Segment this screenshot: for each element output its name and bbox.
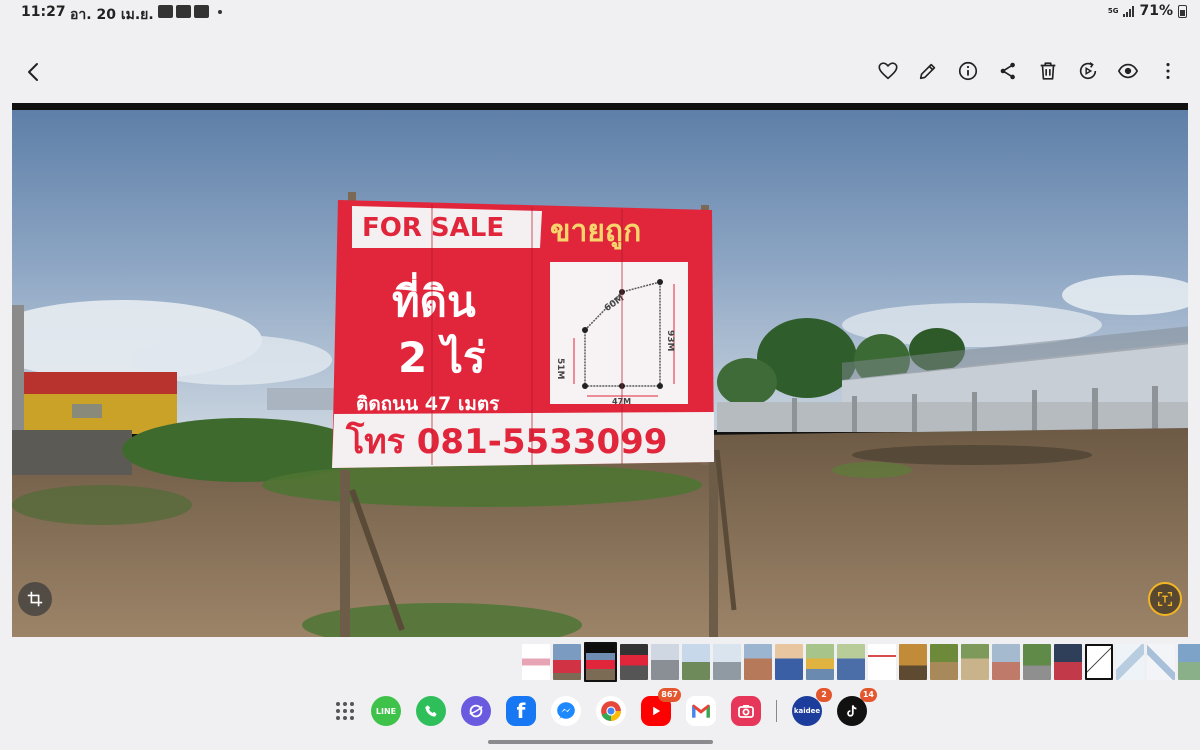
youtube-notification-icon bbox=[176, 5, 191, 18]
thumbnail[interactable] bbox=[651, 644, 679, 680]
more-notifications-icon bbox=[218, 9, 222, 14]
apps-grid-icon[interactable] bbox=[334, 700, 356, 722]
kaidee-app-icon[interactable]: kaidee 2 bbox=[792, 688, 832, 726]
thumbnail[interactable] bbox=[806, 644, 834, 680]
thumbnail[interactable] bbox=[992, 644, 1020, 680]
chrome-app-icon[interactable] bbox=[596, 696, 626, 726]
dock-divider bbox=[776, 700, 777, 722]
photo-viewer[interactable]: FOR SALE ขายถูก ที่ดิน 2 ไร่ ติดถนน 47 เ… bbox=[12, 103, 1188, 637]
thumbnail[interactable] bbox=[1085, 644, 1113, 680]
thumbnail[interactable] bbox=[1116, 644, 1144, 680]
internet-app-icon[interactable] bbox=[461, 696, 491, 726]
line-app-icon[interactable]: LINE bbox=[371, 696, 401, 726]
sign-size-text: 2 ไร่ bbox=[398, 333, 486, 382]
tiktok-app-icon[interactable]: 14 bbox=[837, 688, 877, 726]
viewer-toolbar bbox=[12, 40, 1188, 104]
app-dock: LINE f 867 kaidee 2 14 bbox=[334, 688, 877, 729]
delete-icon[interactable] bbox=[1035, 58, 1060, 83]
info-icon[interactable] bbox=[955, 58, 980, 83]
heart-icon[interactable] bbox=[875, 58, 900, 83]
battery-percent: 71% bbox=[1139, 3, 1173, 19]
crop-icon[interactable] bbox=[18, 582, 52, 616]
home-indicator[interactable] bbox=[488, 740, 713, 744]
thumbnail[interactable] bbox=[961, 644, 989, 680]
sign-land-text: ที่ดิน bbox=[392, 272, 476, 326]
youtube-app-icon[interactable]: 867 bbox=[641, 688, 681, 726]
status-bar: 11:27 อา. 20 เม.ย. 5G 71% bbox=[0, 0, 1200, 26]
app-notification-icon bbox=[194, 5, 209, 18]
thumbnail[interactable] bbox=[620, 644, 648, 680]
toolbar-actions bbox=[875, 58, 1180, 83]
thumbnail[interactable] bbox=[744, 644, 772, 680]
more-icon[interactable] bbox=[1155, 58, 1180, 83]
view-icon[interactable] bbox=[1115, 58, 1140, 83]
tiktok-badge: 14 bbox=[859, 688, 877, 702]
notification-icons bbox=[158, 5, 222, 18]
filmstrip bbox=[522, 642, 1200, 682]
thumbnail[interactable] bbox=[868, 644, 896, 680]
thumbnail[interactable] bbox=[899, 644, 927, 680]
sign-phone-text: โทร 081-5533099 bbox=[345, 421, 667, 462]
back-icon[interactable] bbox=[22, 60, 46, 84]
thumbnail[interactable] bbox=[837, 644, 865, 680]
thumbnail[interactable] bbox=[713, 644, 741, 680]
battery-icon bbox=[1178, 4, 1187, 18]
text-extract-icon[interactable] bbox=[1148, 582, 1182, 616]
thumbnail[interactable] bbox=[930, 644, 958, 680]
status-right: 5G 71% bbox=[1108, 3, 1187, 19]
thumbnail-active[interactable] bbox=[584, 642, 617, 682]
thumbnail[interactable] bbox=[1054, 644, 1082, 680]
status-time: 11:27 bbox=[21, 4, 66, 20]
share-icon[interactable] bbox=[995, 58, 1020, 83]
facebook-app-icon[interactable]: f bbox=[506, 696, 536, 726]
gallery-notification-icon bbox=[158, 5, 173, 18]
plot-left-dim: 51M bbox=[555, 358, 565, 380]
network-type: 5G bbox=[1107, 6, 1119, 15]
sign-cheap-text: ขายถูก bbox=[550, 214, 641, 250]
gmail-app-icon[interactable] bbox=[686, 696, 716, 726]
messenger-app-icon[interactable] bbox=[551, 696, 581, 726]
thumbnail[interactable] bbox=[775, 644, 803, 680]
sign-for-sale-text: FOR SALE bbox=[362, 213, 504, 243]
sign-frontage-text: ติดถนน 47 เมตร bbox=[356, 393, 500, 415]
youtube-badge: 867 bbox=[658, 688, 681, 702]
remaster-icon[interactable] bbox=[1075, 58, 1100, 83]
thumbnail[interactable] bbox=[1147, 644, 1175, 680]
thumbnail[interactable] bbox=[522, 644, 550, 680]
thumbnail[interactable] bbox=[1178, 644, 1200, 680]
kaidee-badge: 2 bbox=[816, 688, 832, 702]
plot-right-dim: 93M bbox=[665, 330, 675, 352]
status-date: อา. 20 เม.ย. bbox=[70, 7, 154, 23]
edit-icon[interactable] bbox=[915, 58, 940, 83]
phone-app-icon[interactable] bbox=[416, 696, 446, 726]
camera-app-icon[interactable] bbox=[731, 696, 761, 726]
thumbnail[interactable] bbox=[553, 644, 581, 680]
land-for-sale-photo: FOR SALE ขายถูก ที่ดิน 2 ไร่ ติดถนน 47 เ… bbox=[12, 110, 1188, 637]
signal-icon bbox=[1123, 5, 1135, 17]
thumbnail[interactable] bbox=[1023, 644, 1051, 680]
thumbnail[interactable] bbox=[682, 644, 710, 680]
